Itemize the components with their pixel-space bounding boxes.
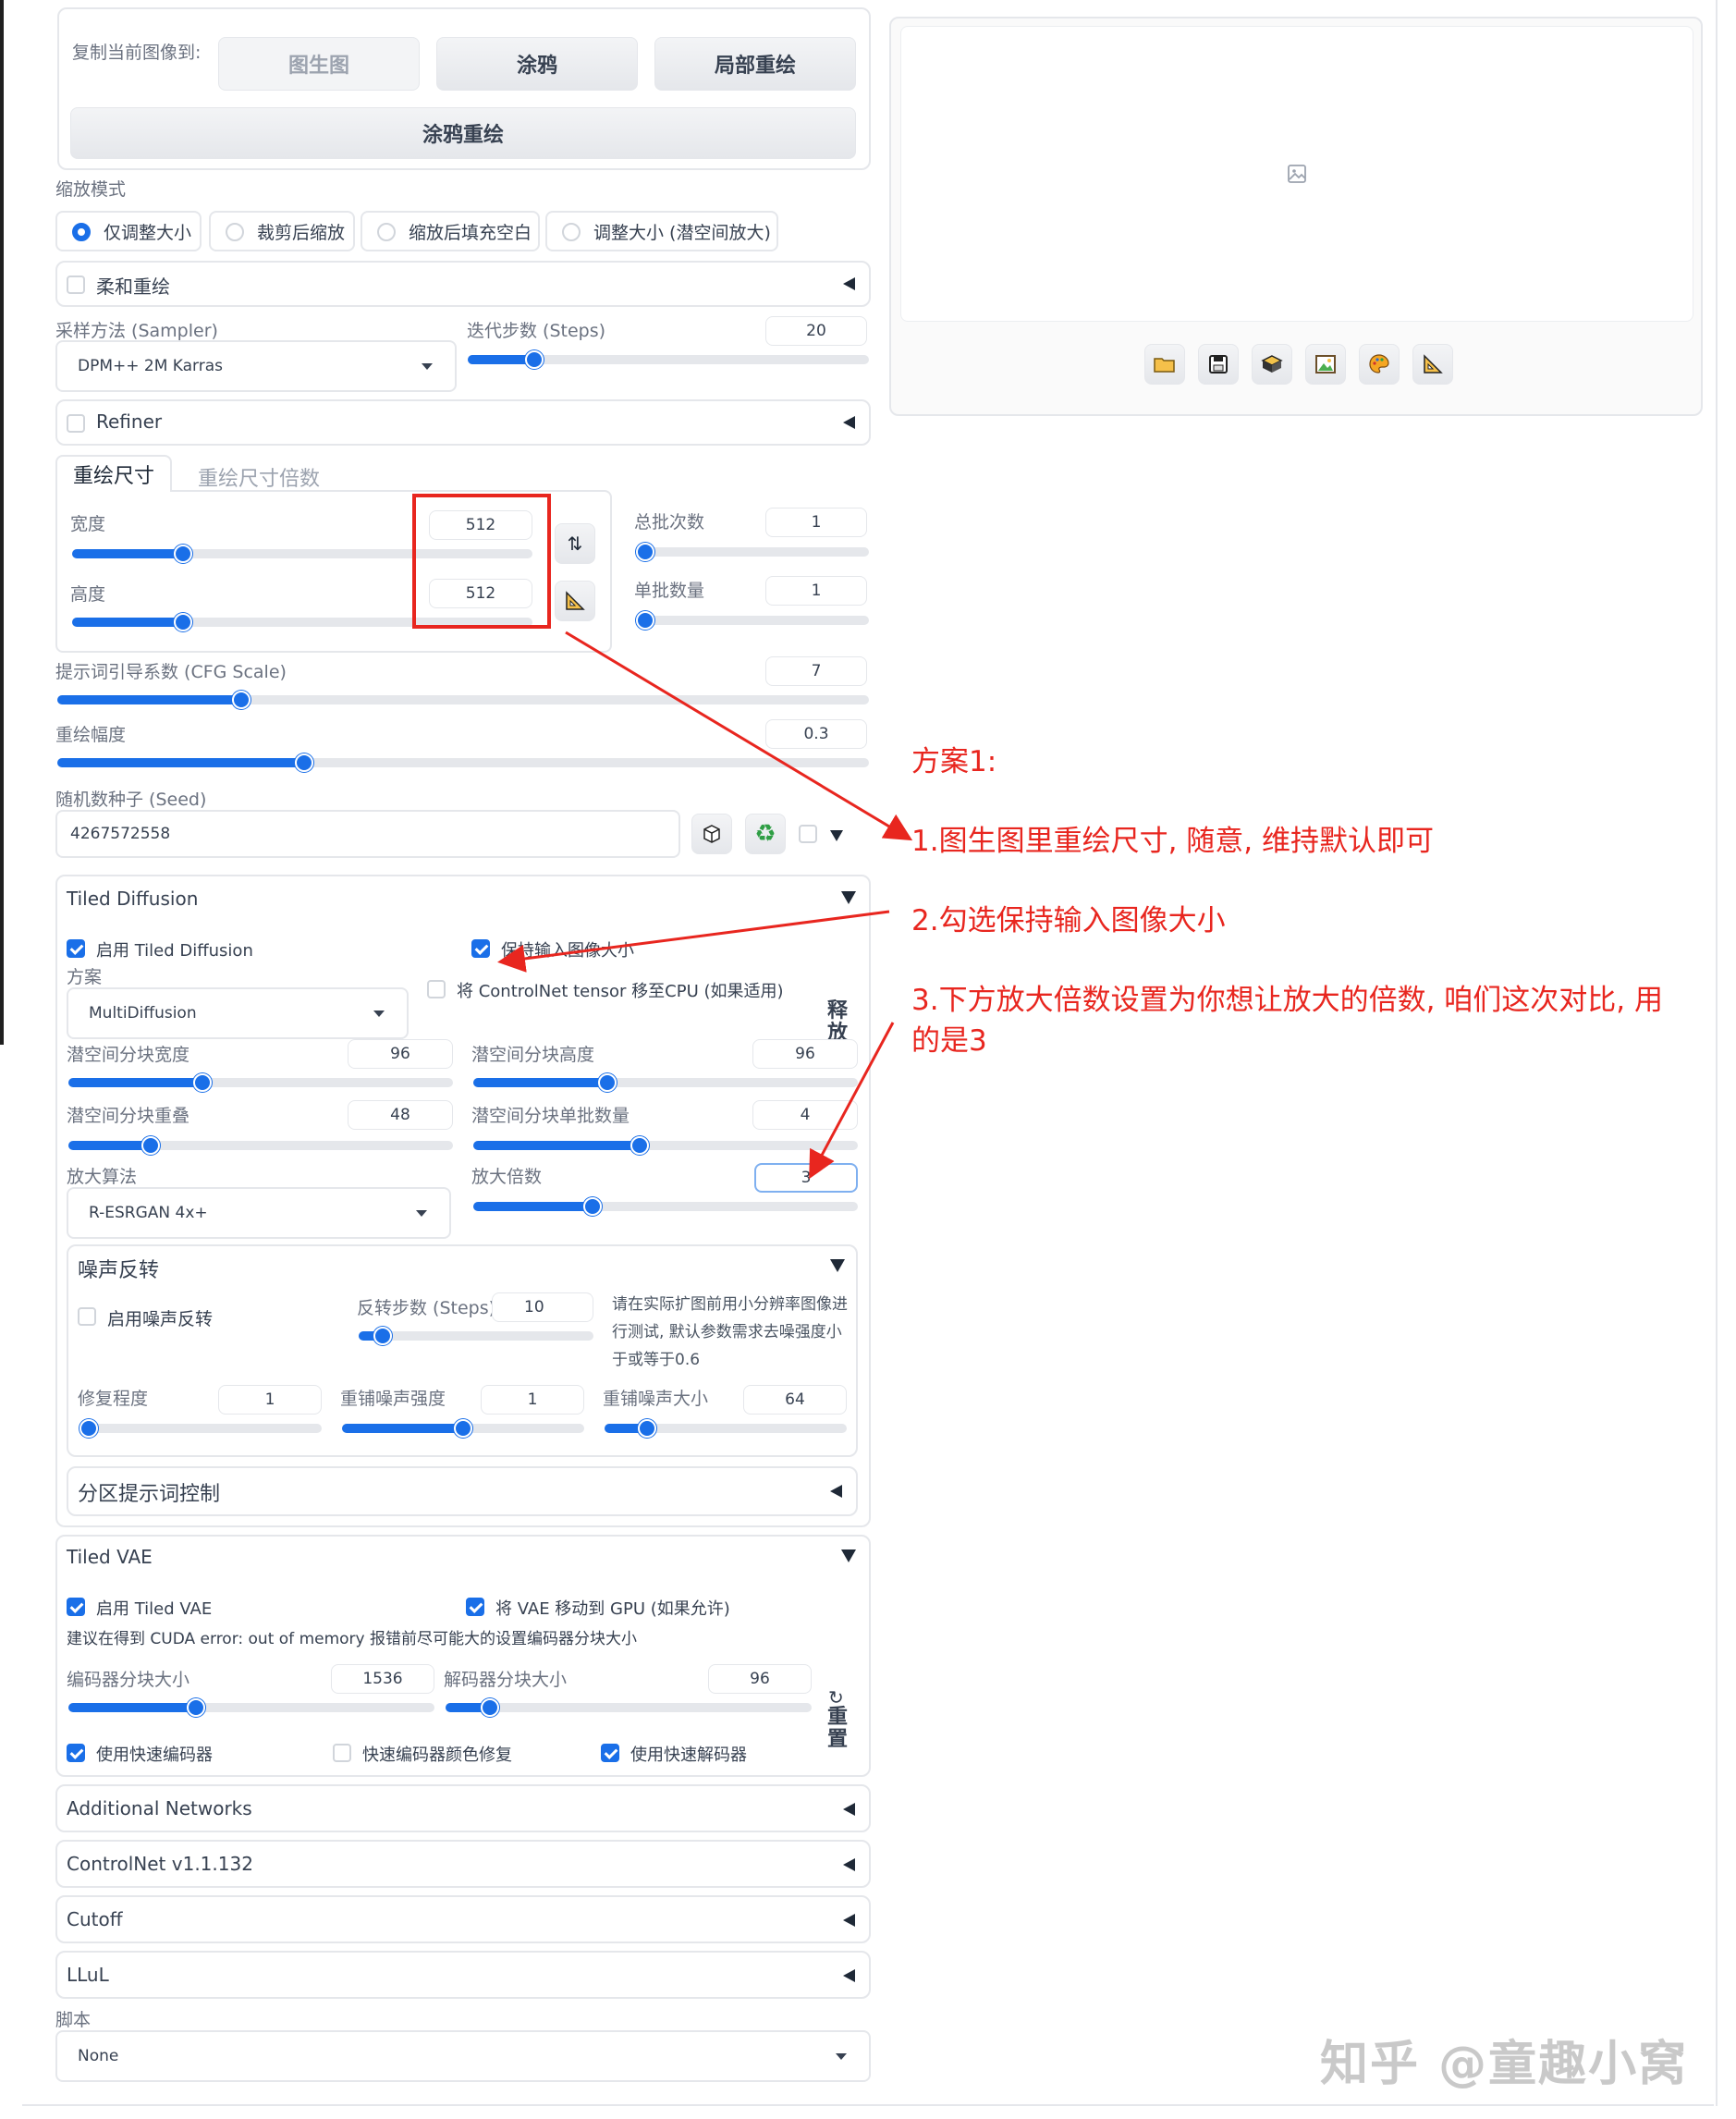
annotation-step1: 1.图生图里重绘尺寸, 随意, 维持默认即可 (911, 825, 1434, 858)
arrow-to-keep-size (497, 910, 890, 973)
annotation-arrows (497, 631, 913, 1180)
annotation-heading: 方案1: (911, 745, 997, 778)
arrow-to-size (565, 631, 913, 841)
annotation-step3-line2: 的是3 (911, 1024, 987, 1058)
annotation-step2: 2.勾选保持输入图像大小 (911, 904, 1226, 937)
annotation-step3-line1: 3.下方放大倍数设置为你想让放大的倍数, 咱们这次对比, 用 (911, 984, 1663, 1017)
watermark: 知乎 @童趣小窝 (1320, 2037, 1689, 2092)
arrow-to-scale (809, 1022, 895, 1180)
